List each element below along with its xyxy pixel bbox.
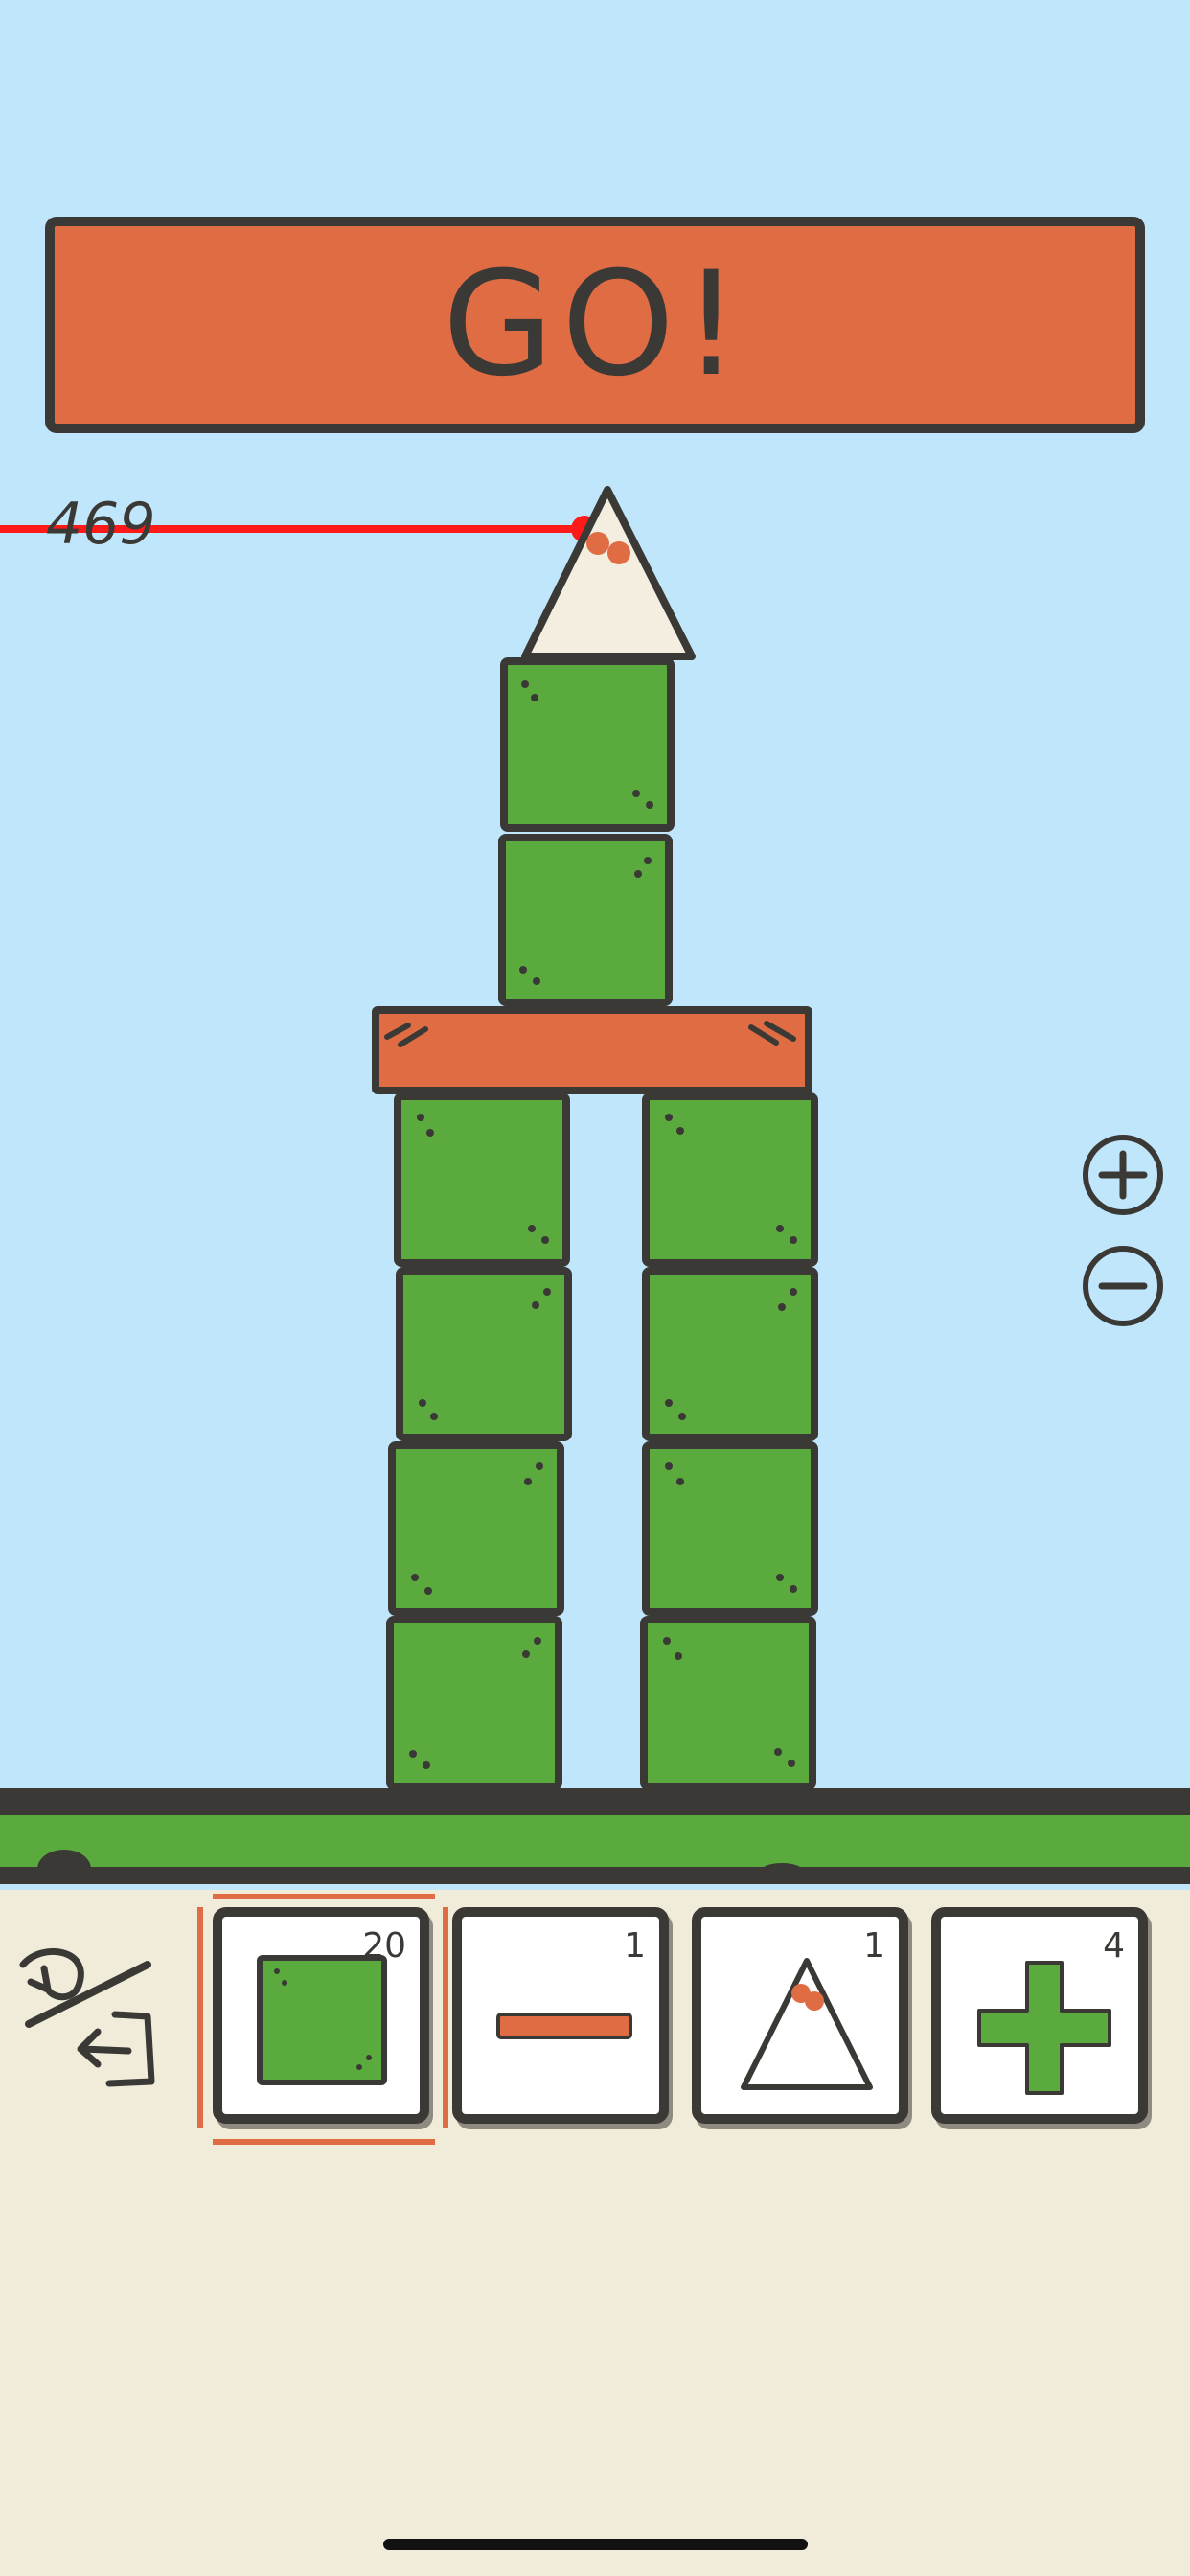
piece-count: 1: [624, 1926, 646, 1966]
square-block[interactable]: [388, 1441, 564, 1616]
square-block[interactable]: [640, 1616, 816, 1790]
cross-icon: [977, 1961, 1111, 2095]
square-block[interactable]: [394, 1092, 570, 1267]
square-block[interactable]: [396, 1267, 572, 1441]
minus-circle-icon: [1098, 1282, 1148, 1290]
selection-highlight: [213, 1894, 435, 1899]
plus-circle-icon: [1098, 1150, 1148, 1200]
inventory-slot-square[interactable]: 20: [213, 1907, 429, 2124]
undo-redo-icon[interactable]: [4, 1936, 167, 2089]
square-block-icon: [257, 1955, 387, 2085]
zoom-out-button[interactable]: [1083, 1246, 1163, 1326]
square-block[interactable]: [642, 1441, 818, 1616]
inventory-slot-triangle[interactable]: 1: [692, 1907, 908, 2124]
go-label: GO!: [442, 242, 748, 408]
plank-icon: [496, 2012, 632, 2039]
go-button[interactable]: GO!: [45, 217, 1145, 433]
square-block[interactable]: [642, 1092, 818, 1267]
ground-grass: [0, 1815, 1190, 1867]
inventory-slot-plank[interactable]: 1: [452, 1907, 669, 2124]
selection-highlight: [197, 1907, 203, 2128]
square-block[interactable]: [386, 1616, 562, 1790]
selection-highlight: [213, 2139, 435, 2145]
square-block[interactable]: [498, 834, 673, 1006]
square-block[interactable]: [500, 657, 675, 832]
zoom-in-button[interactable]: [1083, 1135, 1163, 1215]
selection-highlight: [443, 1907, 448, 2128]
plank-piece[interactable]: [372, 1006, 812, 1094]
ground-bump: [761, 1863, 803, 1871]
inventory-slot-cross[interactable]: 4: [931, 1907, 1148, 2124]
triangle-piece[interactable]: [517, 484, 699, 661]
ground-bump: [37, 1850, 91, 1869]
game-scene[interactable]: GO! 469: [0, 0, 1190, 1890]
home-indicator[interactable]: [383, 2539, 808, 2550]
triangle-icon: [741, 1958, 873, 2090]
square-block[interactable]: [642, 1267, 818, 1441]
height-value: 469: [46, 491, 156, 558]
